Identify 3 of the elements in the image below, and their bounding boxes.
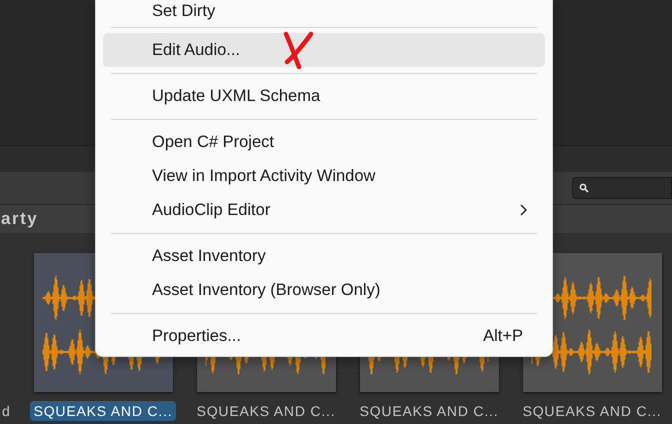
asset-label: d <box>1 402 12 421</box>
shortcut-text: Alt+P <box>483 326 523 346</box>
panel-header: arty <box>1 209 38 229</box>
